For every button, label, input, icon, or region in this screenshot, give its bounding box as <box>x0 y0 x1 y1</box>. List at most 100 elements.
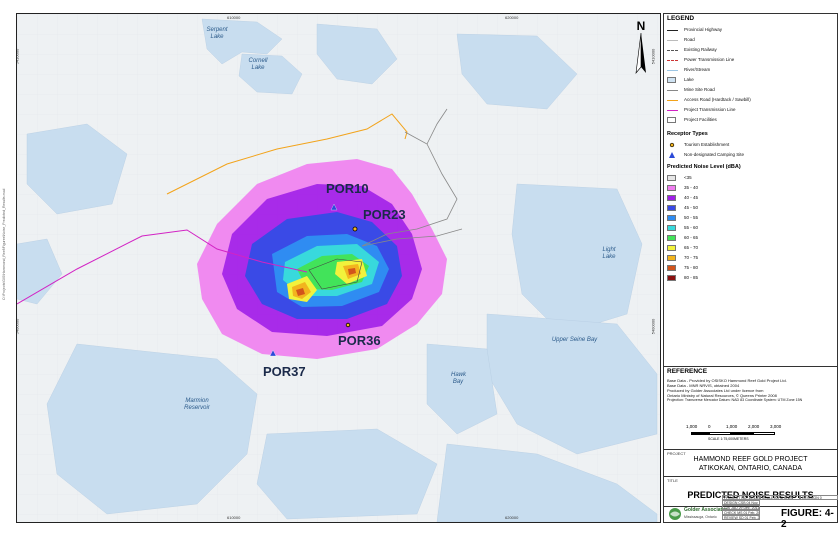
noise-level-8: 70 - 75 <box>667 254 698 261</box>
coord-bottom-2: 620000 <box>505 515 519 520</box>
coord-bottom-1: 610000 <box>227 515 241 520</box>
coord-left-2: 5400000 <box>16 318 20 335</box>
legend-label-3: Power Transmission Line <box>684 57 735 62</box>
por37-label: POR37 <box>263 364 306 379</box>
noise-swatch-7 <box>667 244 676 251</box>
scale-seg-2 <box>709 432 731 435</box>
noise-level-1: 35 - 40 <box>667 184 698 191</box>
por10-label: POR10 <box>326 181 369 196</box>
cell-scale: SCALE AS SHOWN <box>760 495 800 500</box>
receptor-por36-marker[interactable] <box>345 322 351 328</box>
label-light-lake: Light Lake <box>602 247 616 260</box>
legend-item-9: Project Facilities <box>667 116 717 123</box>
noise-label-6: 60 - 65 <box>684 235 699 240</box>
scale-seg-3 <box>731 432 753 435</box>
figure-number: FIGURE: 4-2 <box>781 508 834 530</box>
legend-item-2: Existing Railway <box>667 46 717 53</box>
legend-symbol-9 <box>667 116 676 123</box>
label-upper-seine-bay: Upper Seine Bay <box>551 337 598 343</box>
legend-panel: LEGEND Provincial Highway Road Existing Ra… <box>663 13 838 523</box>
legend-item-6: Mine Site Road <box>667 86 715 93</box>
scale-tick-2: 0 <box>708 424 711 429</box>
noise-swatch-4 <box>667 214 676 221</box>
legend-label-6: Mine Site Road <box>684 87 715 92</box>
noise-level-5: 55 - 60 <box>667 224 698 231</box>
coord-right-2: 5400000 <box>650 318 656 335</box>
scale-seg-4 <box>753 432 775 435</box>
legend-symbol-5 <box>667 76 676 83</box>
legend-label-4: River/Stream <box>684 67 711 72</box>
legend-label-7: Access Road (Hardtack / Sawbill) <box>684 97 751 102</box>
scale-tick-4: 2,000 <box>748 424 760 429</box>
legend-label-5: Lake <box>684 77 694 82</box>
noise-swatch-2 <box>667 194 676 201</box>
noise-label-10: 80 - 85 <box>684 275 699 280</box>
label-serpent-lake: Serpent Lake <box>206 27 228 40</box>
legend-symbol-4 <box>667 67 678 73</box>
noise-label-1: 35 - 40 <box>684 185 699 190</box>
project-line-2: ATIKOKAN, ONTARIO, CANADA <box>698 465 803 472</box>
legend-item-1: Road <box>667 36 695 43</box>
legend-symbol-1 <box>667 37 678 43</box>
reference-title: REFERENCE <box>667 368 708 375</box>
camping-icon <box>667 151 678 158</box>
noise-level-9: 75 - 80 <box>667 264 698 271</box>
noise-level-2: 40 - 45 <box>667 194 698 201</box>
legend-tourism: Tourism Establishment <box>667 141 729 148</box>
map-canvas[interactable] <box>17 14 660 522</box>
legend-camping: Non-designated Camping Site <box>667 151 744 158</box>
title-section <box>664 476 837 477</box>
legend-item-8: Project Transmission Line <box>667 106 736 113</box>
noise-swatch-3 <box>667 204 676 211</box>
north-arrow: N <box>629 19 653 79</box>
coord-left-1: 5410000 <box>16 48 20 65</box>
noise-level-0: <35 <box>667 174 692 181</box>
legend-item-3: Power Transmission Line <box>667 56 734 63</box>
golder-logo-icon <box>669 508 681 520</box>
legend-symbol-6 <box>667 87 678 93</box>
noise-level-10: 80 - 85 <box>667 274 698 281</box>
project-section <box>664 449 837 450</box>
noise-label-8: 70 - 75 <box>684 255 699 260</box>
project-line-1: HAMMOND REEF GOLD PROJECT <box>693 456 808 463</box>
receptor-por23-marker[interactable] <box>352 226 358 232</box>
title-label: TITLE <box>667 478 678 483</box>
map-frame[interactable]: 610000 620000 610000 620000 5410000 5400… <box>16 13 661 523</box>
legend-symbol-0 <box>667 27 678 33</box>
scale-ratio: SCALE 1:75,000 <box>708 437 735 441</box>
noise-label-2: 40 - 45 <box>684 195 699 200</box>
por36-label: POR36 <box>338 333 381 348</box>
noise-label-4: 50 - 55 <box>684 215 699 220</box>
noise-label-9: 75 - 80 <box>684 265 699 270</box>
legend-label-2: Existing Railway <box>684 47 717 52</box>
legend-label-8: Project Transmission Line <box>684 107 736 112</box>
noise-level-7: 65 - 70 <box>667 244 698 251</box>
noise-level-title: Predicted Noise Level (dBA) <box>667 164 741 170</box>
noise-label-7: 65 - 70 <box>684 245 699 250</box>
reference-section <box>664 366 837 367</box>
legend-item-0: Provincial Highway <box>667 26 722 33</box>
reference-line-5: Projection: Transverse Mercator Datum: N… <box>667 398 803 402</box>
legend-label-1: Road <box>684 37 695 42</box>
legend-label-9: Project Facilities <box>684 117 717 122</box>
tourism-icon <box>667 142 678 148</box>
north-arrow-icon <box>635 33 646 74</box>
scale-tick-3: 1,000 <box>726 424 738 429</box>
noise-level-3: 45 - 50 <box>667 204 698 211</box>
legend-symbol-8 <box>667 107 678 113</box>
cell-review: REVIEW SD 01 Feb. 2011 <box>722 515 760 520</box>
file-path-strip: O:\Projects\GIS\Hammond_Reef\Figures\Noi… <box>2 188 6 300</box>
noise-swatch-0 <box>667 174 676 181</box>
scale-units: METERS <box>734 437 749 441</box>
receptor-types-title: Receptor Types <box>667 131 708 137</box>
coord-top-1: 610000 <box>227 15 241 20</box>
project-number-cells: PROJECT NO. 10-1118-0020 SCALE AS SHOWN … <box>722 495 838 505</box>
label-hawk-bay: Hawk Bay <box>451 372 467 385</box>
scale-tick-5: 3,000 <box>770 424 782 429</box>
noise-swatch-1 <box>667 184 676 191</box>
legend-title: LEGEND <box>667 15 695 22</box>
legend-item-5: Lake <box>667 76 694 83</box>
label-cornell-lake: Cornell Lake <box>248 58 268 71</box>
legend-item-7: Access Road (Hardtack / Sawbill) <box>667 96 751 103</box>
noise-swatch-5 <box>667 224 676 231</box>
